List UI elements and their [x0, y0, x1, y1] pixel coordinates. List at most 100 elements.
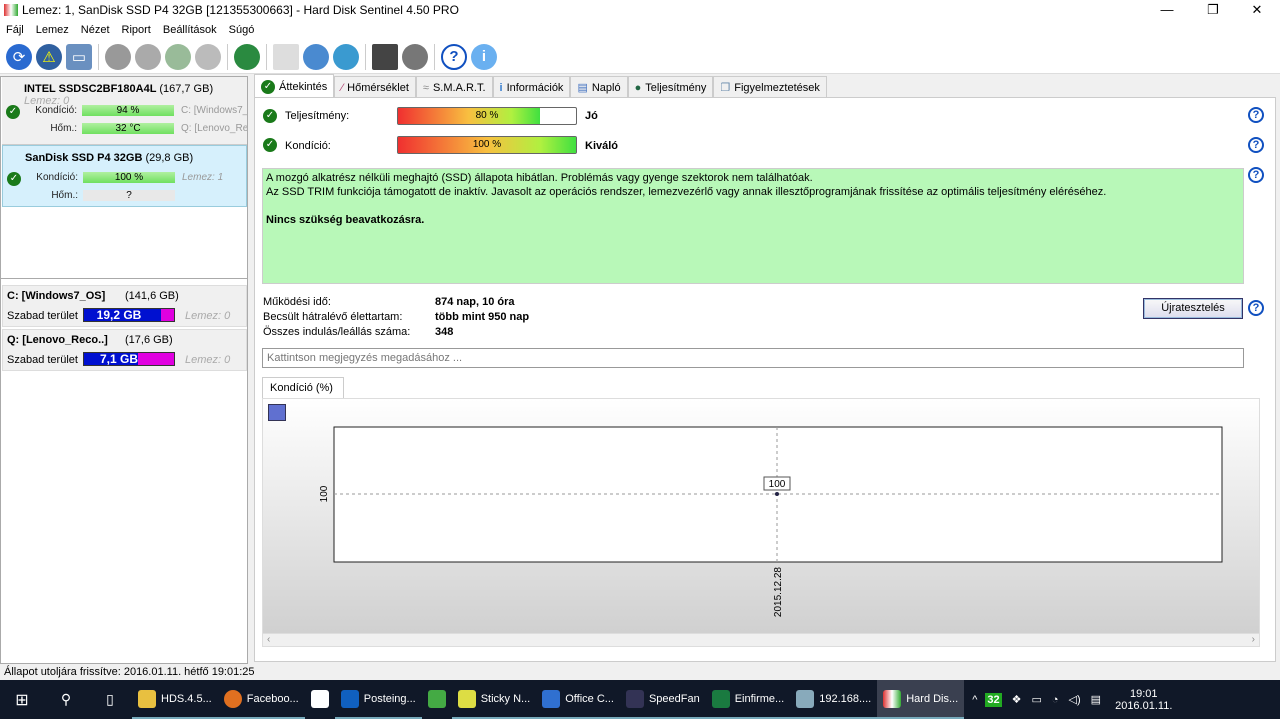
menu-bar: Fájl Lemez Nézet Riport Beállítások Súgó [0, 20, 1280, 40]
partition-name: C: [Windows7_OS] [7, 290, 106, 302]
taskbar-app[interactable]: HDS.4.5... [132, 680, 218, 719]
document-icon: ▤ [577, 82, 588, 94]
taskbar-app[interactable]: 192.168.... [790, 680, 878, 719]
retest-button[interactable]: Újratesztelés [1143, 298, 1243, 319]
menu-settings[interactable]: Beállítások [163, 24, 217, 36]
ok-check-icon: ✓ [7, 172, 21, 186]
ok-check-icon: ✓ [263, 138, 277, 152]
thermometer-icon: ⁄ [341, 81, 344, 94]
hds-icon [883, 689, 902, 708]
disk-item-sandisk[interactable]: SanDisk SSD P4 32GB (29,8 GB) ✓ Kondíció:… [2, 145, 247, 207]
help-icon[interactable]: ? [1248, 300, 1264, 316]
taskbar-app[interactable]: Faceboo... [217, 680, 305, 719]
tab-information[interactable]: i Információk [492, 76, 571, 98]
note-input[interactable]: Kattintson megjegyzés megadásához ... [262, 348, 1244, 368]
dropbox-icon[interactable]: ❖ [1012, 693, 1022, 706]
partition-size: (141,6 GB) [125, 290, 179, 302]
outlook-icon [340, 689, 359, 708]
menu-help[interactable]: Súgó [229, 24, 255, 36]
status-summary: Nincs szükség beavatkozásra. [266, 214, 425, 226]
wifi-icon[interactable]: ◔ [1052, 694, 1059, 706]
taskbar-app[interactable] [422, 680, 452, 719]
help-icon[interactable]: ? [1248, 107, 1264, 123]
free-space-label: Szabad terület [7, 354, 78, 366]
taskbar-app[interactable]: Posteing... [334, 680, 422, 719]
globe-icon[interactable] [234, 43, 260, 70]
taskbar-app-active[interactable]: Hard Dis... [877, 680, 965, 719]
tab-alerts[interactable]: ❐ Figyelmeztetések [713, 76, 827, 98]
taskbar-app[interactable]: Einfirme... [705, 680, 791, 719]
taskbar-app[interactable]: Sticky N... [451, 680, 537, 719]
info-icon[interactable]: i [471, 43, 497, 70]
separator [434, 43, 435, 70]
tab-temperature[interactable]: ⁄ Hőmérséklet [334, 76, 416, 98]
battery-icon[interactable]: ▭ [1031, 693, 1041, 706]
menu-disk[interactable]: Lemez [36, 24, 69, 36]
notifications-icon[interactable]: ▤ [1091, 693, 1101, 706]
toolbar: ⟳ ⚠ ▭ ? i [0, 40, 1280, 74]
separator [365, 43, 366, 70]
help-icon[interactable]: ? [1248, 167, 1264, 183]
scroll-left-icon[interactable]: ‹ [267, 634, 270, 645]
taskbar-app[interactable]: Office C... [536, 680, 620, 719]
report-icon[interactable] [273, 43, 299, 70]
scroll-right-icon[interactable]: › [1252, 634, 1255, 645]
help-icon[interactable]: ? [1248, 137, 1264, 153]
laptop-icon[interactable] [372, 43, 398, 70]
disk-item-intel[interactable]: INTEL SSDSC2BF180A4L (167,7 GB) Lemez: 0… [2, 77, 247, 145]
divider [1, 278, 247, 279]
menu-report[interactable]: Riport [122, 24, 151, 36]
minimize-button[interactable]: — [1144, 0, 1190, 20]
condition-bar: 94 % [82, 105, 174, 116]
disk-schedule-icon[interactable] [135, 43, 161, 70]
tab-smart[interactable]: ≈ S.M.A.R.T. [415, 76, 493, 98]
help-icon[interactable]: ? [441, 43, 467, 70]
firefox-icon [223, 689, 242, 708]
tray-temperature-badge[interactable]: 32 [985, 692, 1002, 707]
task-view-icon[interactable]: ▯ [88, 691, 132, 708]
partition-item[interactable]: Q: [Lenovo_Reco..] (17,6 GB) Szabad terül… [2, 329, 247, 371]
uptime-label: Működési idő: [263, 296, 331, 308]
disk-icon: ≈ [422, 81, 429, 94]
close-button[interactable]: ✕ [1234, 0, 1280, 20]
refresh-icon[interactable]: ⟳ [6, 43, 32, 70]
volume-icon[interactable]: ◁) [1069, 693, 1081, 706]
tab-log[interactable]: ▤ Napló [570, 76, 628, 98]
menu-file[interactable]: Fájl [6, 24, 24, 36]
condition-meter: 100 % [397, 136, 577, 154]
taskbar-app[interactable] [305, 680, 335, 719]
alert-icon[interactable]: ⚠ [36, 43, 62, 70]
disk-tool-icon[interactable] [105, 43, 131, 70]
info-icon: i [499, 81, 503, 94]
partition-item[interactable]: C: [Windows7_OS] (141,6 GB) Szabad terüle… [2, 285, 247, 327]
office-icon [542, 689, 561, 708]
disk-name: SanDisk SSD P4 32GB (29,8 GB) [25, 152, 194, 164]
disk-search-icon[interactable] [195, 43, 221, 70]
speaker-icon[interactable] [402, 43, 428, 70]
start-count-label: Összes indulás/leállás száma: [263, 326, 411, 338]
search-icon[interactable]: ⚲ [44, 691, 88, 708]
disk-icon[interactable]: ▭ [66, 43, 92, 70]
tab-performance[interactable]: ● Teljesítmény [627, 76, 714, 98]
disk-check-icon[interactable] [165, 43, 191, 70]
taskbar-app[interactable]: SpeedFan [619, 680, 706, 719]
clock[interactable]: 19:01 2016.01.11. [1115, 688, 1172, 712]
tray-expand-icon[interactable]: ^ [972, 694, 977, 706]
status-message: A mozgó alkatrész nélküli meghajtó (SSD)… [266, 172, 813, 184]
horizontal-scrollbar[interactable]: ‹ › [262, 633, 1260, 647]
disk-name: INTEL SSDSC2BF180A4L (167,7 GB) Lemez: 0 [24, 83, 214, 107]
free-space-bar: 7,1 GB [83, 352, 175, 366]
app-icon [427, 689, 446, 708]
chart-tab-condition[interactable]: Kondíció (%) [262, 377, 344, 399]
maximize-button[interactable]: ❐ [1190, 0, 1236, 20]
temperature-bar: ? [83, 190, 175, 201]
temperature-bar: 32 °C [82, 123, 174, 134]
condition-bar: 100 % [83, 172, 175, 183]
menu-view[interactable]: Nézet [81, 24, 110, 36]
start-icon[interactable]: ⊞ [0, 690, 44, 710]
lifetime-value: több mint 950 nap [435, 311, 530, 323]
sync-icon[interactable] [303, 43, 329, 70]
tab-overview[interactable]: ✓ Áttekintés [254, 74, 335, 98]
network-icon[interactable] [333, 43, 359, 70]
gauge-icon: ● [634, 81, 642, 94]
